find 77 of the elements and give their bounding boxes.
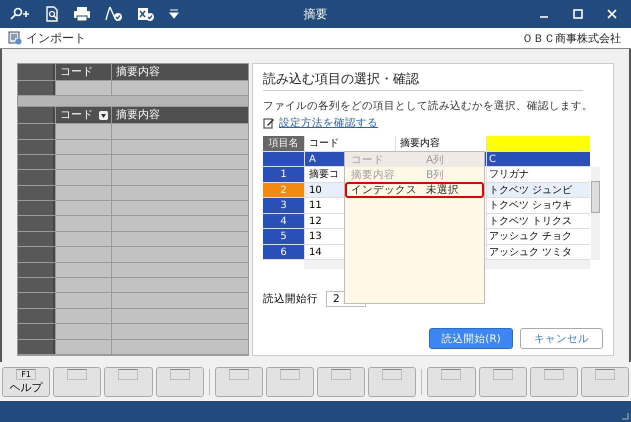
row-header-cell: 項目名 xyxy=(263,136,304,152)
dropdown-item[interactable]: インデックス 未選択 xyxy=(345,182,484,198)
field-name-cell[interactable] xyxy=(486,136,590,152)
item-label: コード xyxy=(351,152,384,166)
column-letter: C xyxy=(486,152,590,167)
row-header-cell xyxy=(18,154,55,170)
company-name: ＯＢＣ商事株式会社 xyxy=(522,30,621,46)
row-header-cell xyxy=(18,140,55,154)
function-key[interactable]: F1 ヘルプ xyxy=(2,366,50,396)
column-label: A列 xyxy=(426,152,446,166)
row-header-cell xyxy=(18,232,55,246)
table-cell: トクベツ トリクス xyxy=(486,214,590,229)
import-button[interactable]: インポート xyxy=(8,30,86,46)
description: ファイルの各列をどの項目として読み込むかを選択、確認します。 xyxy=(263,99,594,113)
function-key[interactable] xyxy=(530,366,578,396)
import-icon xyxy=(8,31,22,45)
row-header-cell xyxy=(18,247,55,262)
print-icon[interactable] xyxy=(73,6,91,22)
table-cell: フリガナ xyxy=(486,167,590,182)
column-header: 摘要内容 xyxy=(116,108,160,122)
row-header-cell xyxy=(18,186,55,200)
resize-grip-icon[interactable] xyxy=(621,412,629,420)
vertical-scrollbar[interactable] xyxy=(591,167,600,260)
row-header-cell xyxy=(18,81,55,96)
column-header: コード xyxy=(60,65,93,79)
row-header-cell xyxy=(18,216,55,231)
function-key[interactable] xyxy=(53,366,102,396)
table-cell: トクベツ ショウキ xyxy=(486,198,590,214)
table-cell: アッシュク チョク xyxy=(486,229,590,244)
column-header: コード xyxy=(60,108,93,122)
row-header-cell xyxy=(18,278,55,292)
table-cell: トクベツ ジュンビ xyxy=(486,182,590,198)
row-header-cell xyxy=(263,152,304,167)
preview-icon[interactable] xyxy=(45,6,59,22)
column-label: 未選択 xyxy=(426,183,460,197)
close-icon[interactable] xyxy=(607,9,617,19)
excel-icon[interactable] xyxy=(137,6,155,22)
function-key[interactable] xyxy=(368,366,416,396)
function-key[interactable] xyxy=(478,366,527,396)
start-import-button[interactable]: 読込開始(R) xyxy=(429,328,513,349)
zoom-in-icon[interactable] xyxy=(9,7,31,21)
row-number[interactable]: 3 xyxy=(263,198,304,214)
row-number[interactable]: 5 xyxy=(263,229,304,244)
edit-icon xyxy=(263,117,275,129)
row-number[interactable]: 6 xyxy=(263,244,304,260)
section-title: 読み込む項目の選択・確認 xyxy=(263,70,583,91)
row-header-cell xyxy=(18,201,55,216)
window-title: 摘要 xyxy=(304,6,328,22)
start-row-field[interactable]: 2 xyxy=(326,291,366,307)
row-header-cell xyxy=(18,124,55,139)
column-header: 摘要内容 xyxy=(116,65,160,79)
function-key[interactable] xyxy=(214,366,263,396)
pdf-icon[interactable] xyxy=(105,6,123,22)
row-header-cell xyxy=(18,308,55,324)
field-name-cell[interactable]: 摘要内容 xyxy=(395,136,486,152)
column-label: B列 xyxy=(426,168,446,182)
function-key[interactable] xyxy=(104,366,153,396)
function-key[interactable] xyxy=(580,366,630,396)
table-cell: アッシュク ツミタ xyxy=(486,244,590,260)
function-key[interactable] xyxy=(266,366,314,396)
row-number[interactable]: 4 xyxy=(263,214,304,229)
start-row-label: 読込開始行 xyxy=(263,292,318,306)
help-link[interactable]: 設定方法を確認する xyxy=(279,116,378,130)
function-key[interactable] xyxy=(317,366,366,396)
row-header-cell xyxy=(18,324,55,339)
row-header-cell xyxy=(18,293,55,308)
function-key[interactable] xyxy=(156,366,204,396)
row-header-cell xyxy=(18,262,55,278)
row-header-cell xyxy=(18,340,55,354)
dropdown-icon[interactable] xyxy=(169,9,179,19)
filter-icon[interactable] xyxy=(99,110,108,120)
cancel-button[interactable]: キャンセル xyxy=(520,328,603,349)
item-label: 摘要内容 xyxy=(351,168,395,182)
function-key[interactable] xyxy=(427,366,476,396)
row-number[interactable]: 1 xyxy=(263,167,304,182)
row-header-cell xyxy=(18,170,55,185)
maximize-icon[interactable] xyxy=(573,9,583,19)
